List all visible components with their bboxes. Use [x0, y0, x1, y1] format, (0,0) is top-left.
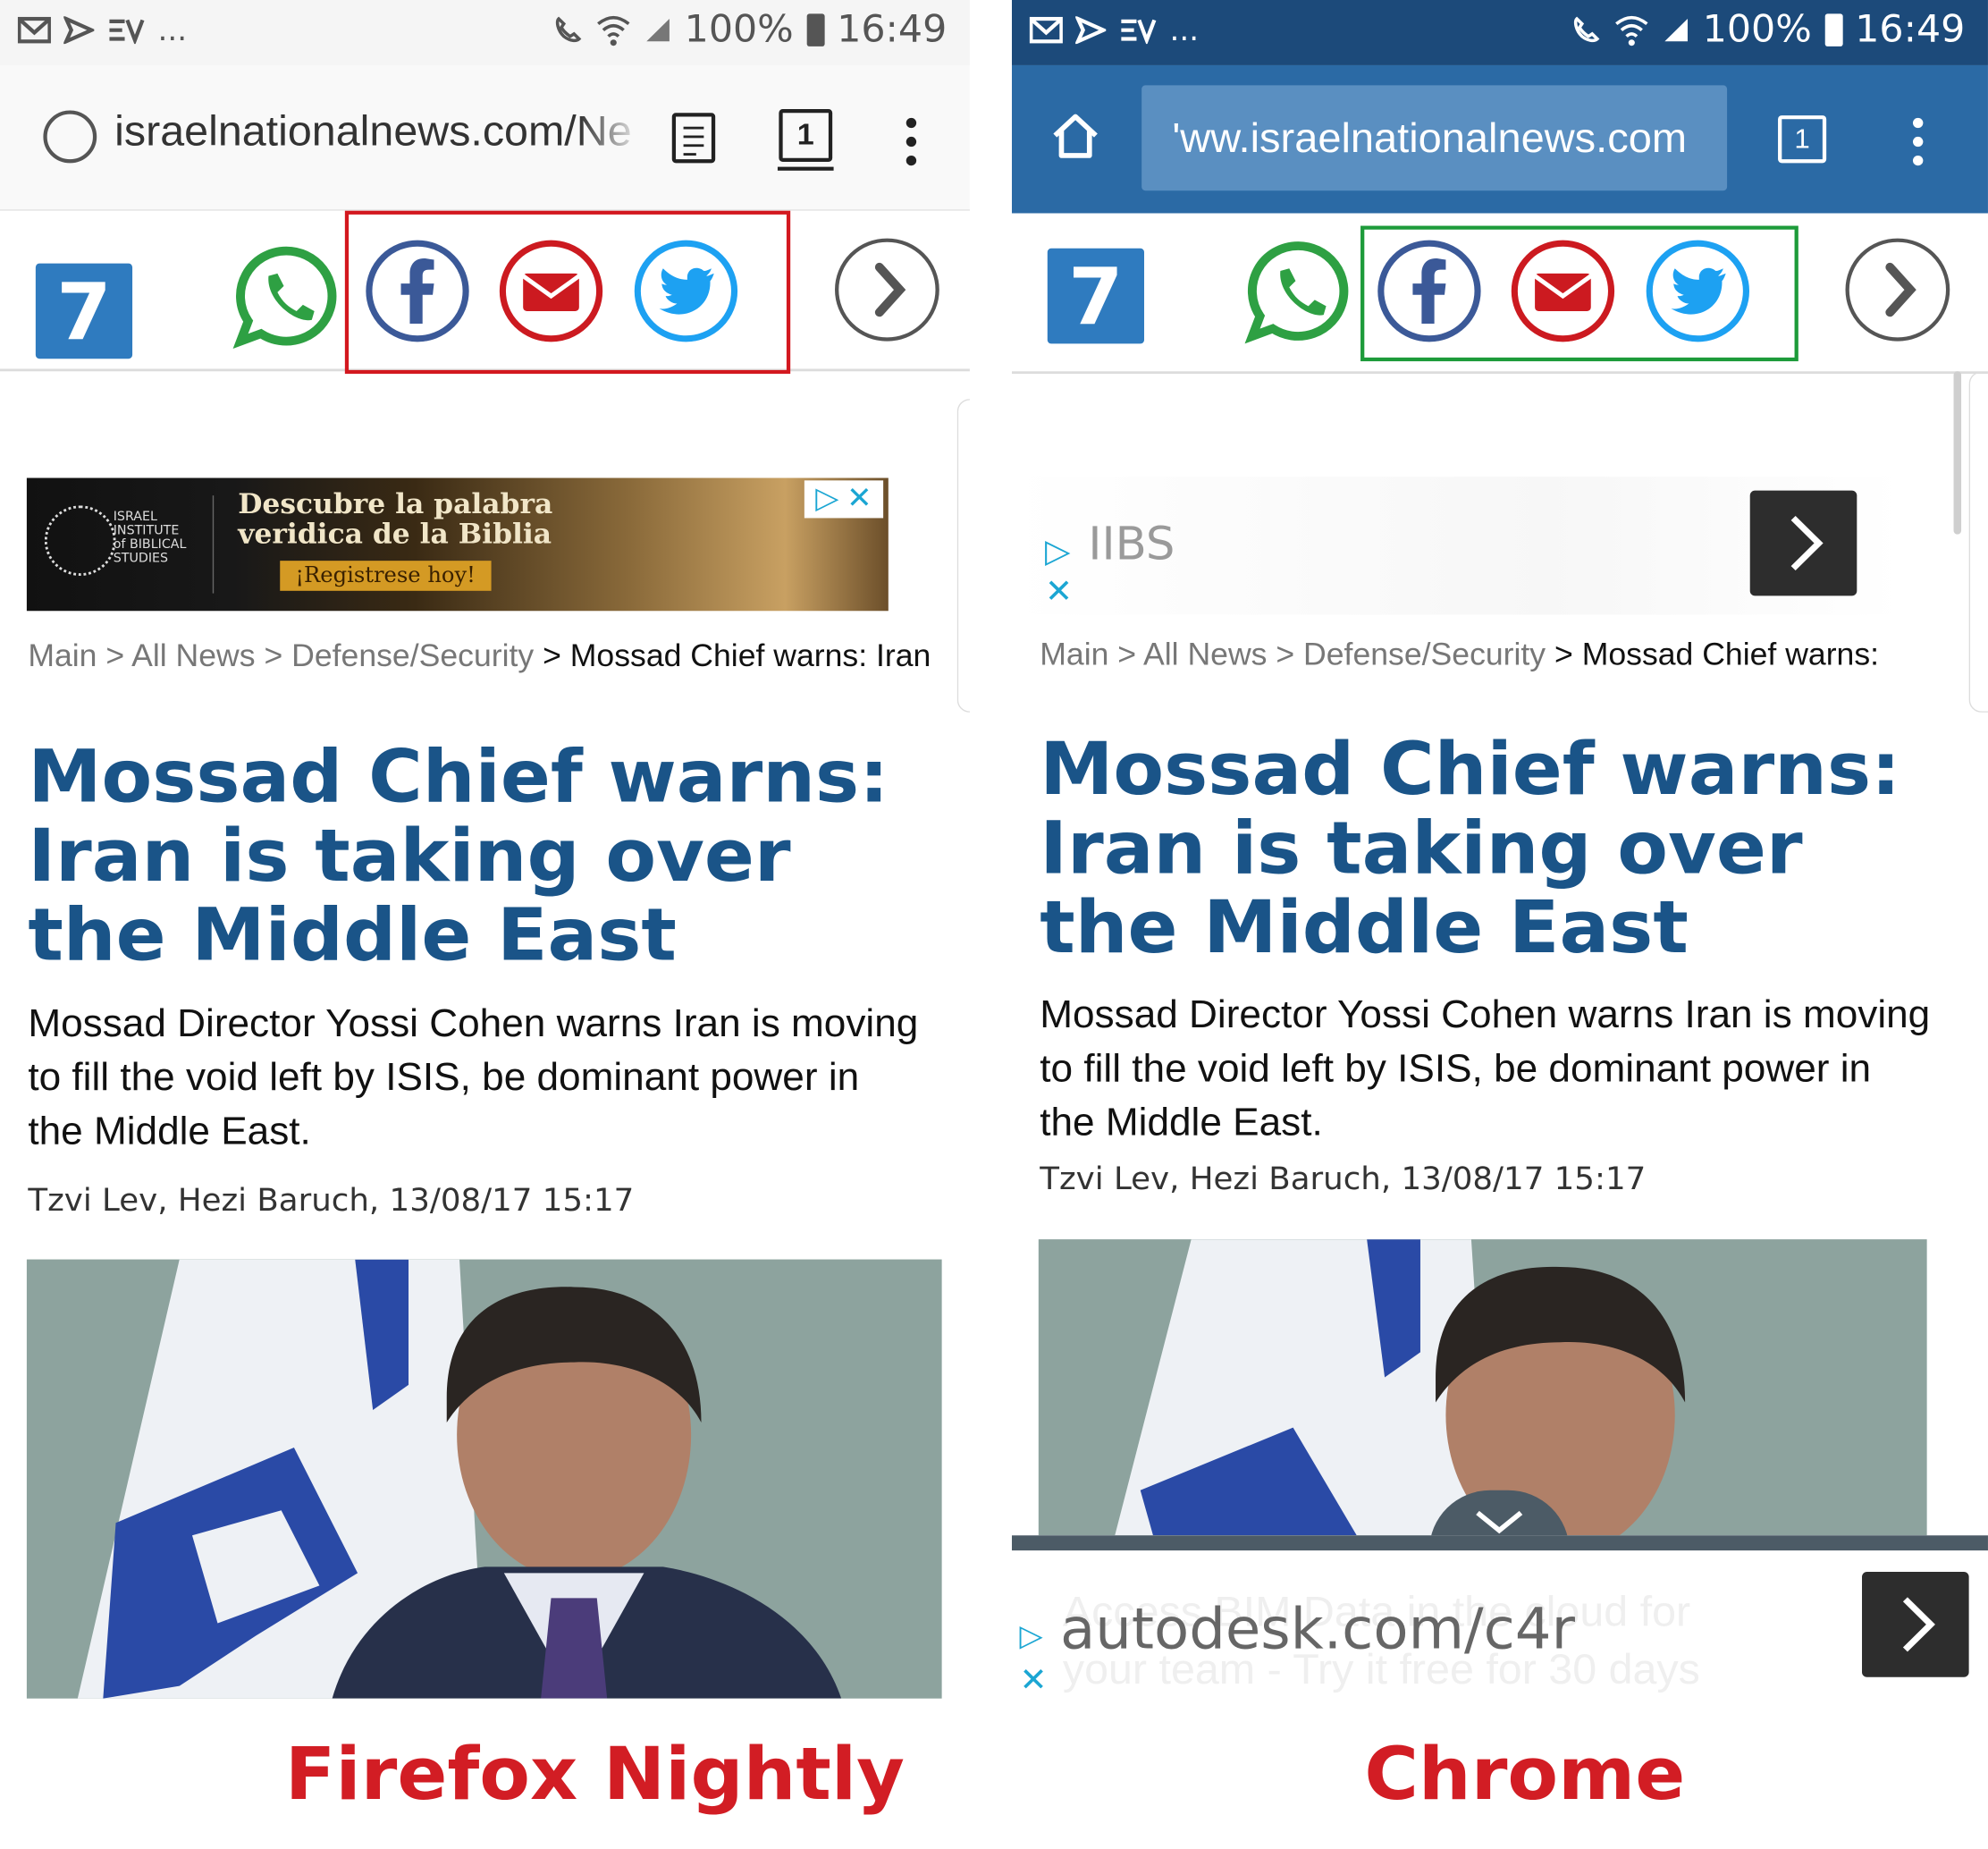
breadcrumb-all-news[interactable]: All News	[131, 638, 255, 673]
breadcrumb-all-news[interactable]: All News	[1143, 637, 1267, 672]
browser-caption: Chrome	[1364, 1731, 1686, 1817]
adchoices-icon[interactable]: ▷	[815, 484, 838, 515]
article-summary: Mossad Director Yossi Cohen warns Iran i…	[28, 1000, 919, 1153]
ad-banner[interactable]: ▷ IIBS ✕	[1011, 477, 1903, 615]
share-icons-highlight	[344, 210, 791, 375]
app-notification-icon	[109, 19, 145, 45]
signal-icon	[645, 18, 670, 41]
share-icons-highlight	[1360, 225, 1798, 362]
breadcrumb-current: Mossad Chief warns:	[1581, 637, 1880, 673]
breadcrumb-defense-security[interactable]: Defense/Security	[291, 638, 534, 673]
site-logo[interactable]: 7	[35, 263, 133, 359]
article-byline: Tzvi Lev, Hezi Baruch, 13/08/17 15:17	[1040, 1160, 1647, 1197]
ad-close-icon[interactable]: ✕	[1045, 572, 1073, 611]
adchoices-icon[interactable]: ▷	[1045, 532, 1070, 570]
ad-url[interactable]: autodesk.com/c4r	[1060, 1596, 1575, 1662]
url-bar[interactable]: israelnationalnews.com/Ne	[114, 107, 644, 157]
tab-switcher-button[interactable]: 1	[1778, 115, 1827, 164]
app-notification-icon	[1121, 19, 1157, 45]
wifi-icon	[1614, 15, 1648, 46]
ad-headline-2: veridica de la Biblia	[238, 518, 552, 551]
breadcrumb: Main > All News > Defense/Security > Mos…	[1040, 637, 1880, 673]
article-byline: Tzvi Lev, Hezi Baruch, 13/08/17 15:17	[28, 1181, 635, 1219]
article-headline: Mossad Chief warns: Iran is taking over …	[28, 733, 889, 977]
article-headline: Mossad Chief warns: Iran is taking over …	[1040, 726, 1901, 970]
more-share-button[interactable]	[1845, 238, 1950, 342]
overflow-menu-icon[interactable]	[906, 117, 917, 174]
more-share-button[interactable]	[835, 238, 939, 342]
breadcrumb: Main > All News > Defense/Security > Mos…	[28, 638, 931, 674]
breadcrumb-current: Mossad Chief warns: Iran	[569, 638, 931, 674]
ad-divider	[212, 495, 215, 594]
clock: 16:49	[837, 7, 948, 52]
ad-organization: ISRAEL INSTITUTE of BIBLICAL STUDIES	[113, 511, 187, 566]
breadcrumb-main[interactable]: Main	[1040, 637, 1108, 672]
overflow-menu-icon[interactable]	[1912, 117, 1924, 174]
adchoices-icon[interactable]: ▷	[1019, 1618, 1042, 1655]
breadcrumb-defense-security[interactable]: Defense/Security	[1303, 637, 1546, 672]
more-notifications: ...	[1169, 13, 1200, 48]
gmail-icon	[1029, 16, 1063, 44]
call-icon	[1573, 15, 1600, 42]
clock: 16:49	[1855, 7, 1966, 52]
battery-percent: 100%	[1702, 7, 1812, 52]
site-logo[interactable]: 7	[1047, 248, 1144, 344]
side-panel-edge	[1968, 371, 1988, 713]
home-icon[interactable]	[1050, 110, 1101, 160]
wifi-icon	[596, 15, 630, 46]
browser-caption: Firefox Nightly	[284, 1731, 906, 1817]
browser-toolbar: 'ww.israelnationalnews.com 1	[1011, 64, 1988, 214]
reader-mode-icon[interactable]	[671, 113, 716, 164]
whatsapp-icon[interactable]	[232, 243, 341, 350]
globe-icon[interactable]	[43, 110, 97, 164]
bottom-ad[interactable]: Access BIM Data in the cloud for your te…	[1011, 1535, 1988, 1707]
send-icon	[63, 16, 95, 45]
send-icon	[1075, 16, 1107, 45]
whatsapp-icon[interactable]	[1244, 239, 1352, 344]
breadcrumb-main[interactable]: Main	[28, 638, 97, 673]
firefox-panel: ... 100% 16:49 israelnationalnews.com/Ne…	[0, 0, 970, 1849]
ad-headline-1: Descubre la palabra	[238, 487, 553, 521]
chevron-right-icon	[1790, 515, 1824, 571]
ad-open-button[interactable]	[1749, 490, 1857, 596]
battery-percent: 100%	[684, 7, 794, 52]
tab-counter-button[interactable]: 1	[777, 109, 834, 171]
ad-banner[interactable]: ISRAEL INSTITUTE of BIBLICAL STUDIES Des…	[26, 477, 889, 612]
ad-close-icon[interactable]: ✕	[847, 484, 872, 515]
comparison-screenshot: ... 100% 16:49 israelnationalnews.com/Ne…	[0, 0, 1988, 1849]
ad-close-icon[interactable]: ✕	[1019, 1661, 1047, 1700]
article-summary: Mossad Director Yossi Cohen warns Iran i…	[1040, 992, 1931, 1144]
call-icon	[555, 15, 581, 42]
status-bar: ... 100% 16:49	[0, 0, 970, 65]
chrome-panel: ... 100% 16:49 'ww.israelnationalnews.co…	[1011, 0, 1988, 1849]
browser-toolbar: israelnationalnews.com/Ne 1	[0, 64, 970, 211]
scrollbar[interactable]	[1953, 371, 1962, 535]
chevron-right-icon	[1902, 1597, 1935, 1652]
url-bar[interactable]: 'ww.israelnationalnews.com	[1141, 85, 1728, 191]
status-bar: ... 100% 16:49	[1011, 0, 1988, 65]
ad-logo-icon	[44, 505, 116, 576]
battery-icon	[1824, 13, 1842, 46]
side-panel-edge	[956, 399, 970, 713]
more-notifications: ...	[157, 13, 188, 48]
ad-open-button[interactable]	[1862, 1571, 1969, 1677]
gmail-icon	[17, 16, 51, 44]
article-photo	[26, 1259, 942, 1699]
chevron-right-icon	[1885, 262, 1916, 317]
ad-cta-button[interactable]: ¡Registrese hoy!	[280, 561, 491, 591]
ad-choices[interactable]: ▷ ✕	[804, 480, 884, 519]
battery-icon	[806, 13, 824, 46]
ad-advertiser: IIBS	[1088, 519, 1175, 571]
chevron-right-icon	[874, 262, 906, 317]
signal-icon	[1664, 18, 1688, 41]
